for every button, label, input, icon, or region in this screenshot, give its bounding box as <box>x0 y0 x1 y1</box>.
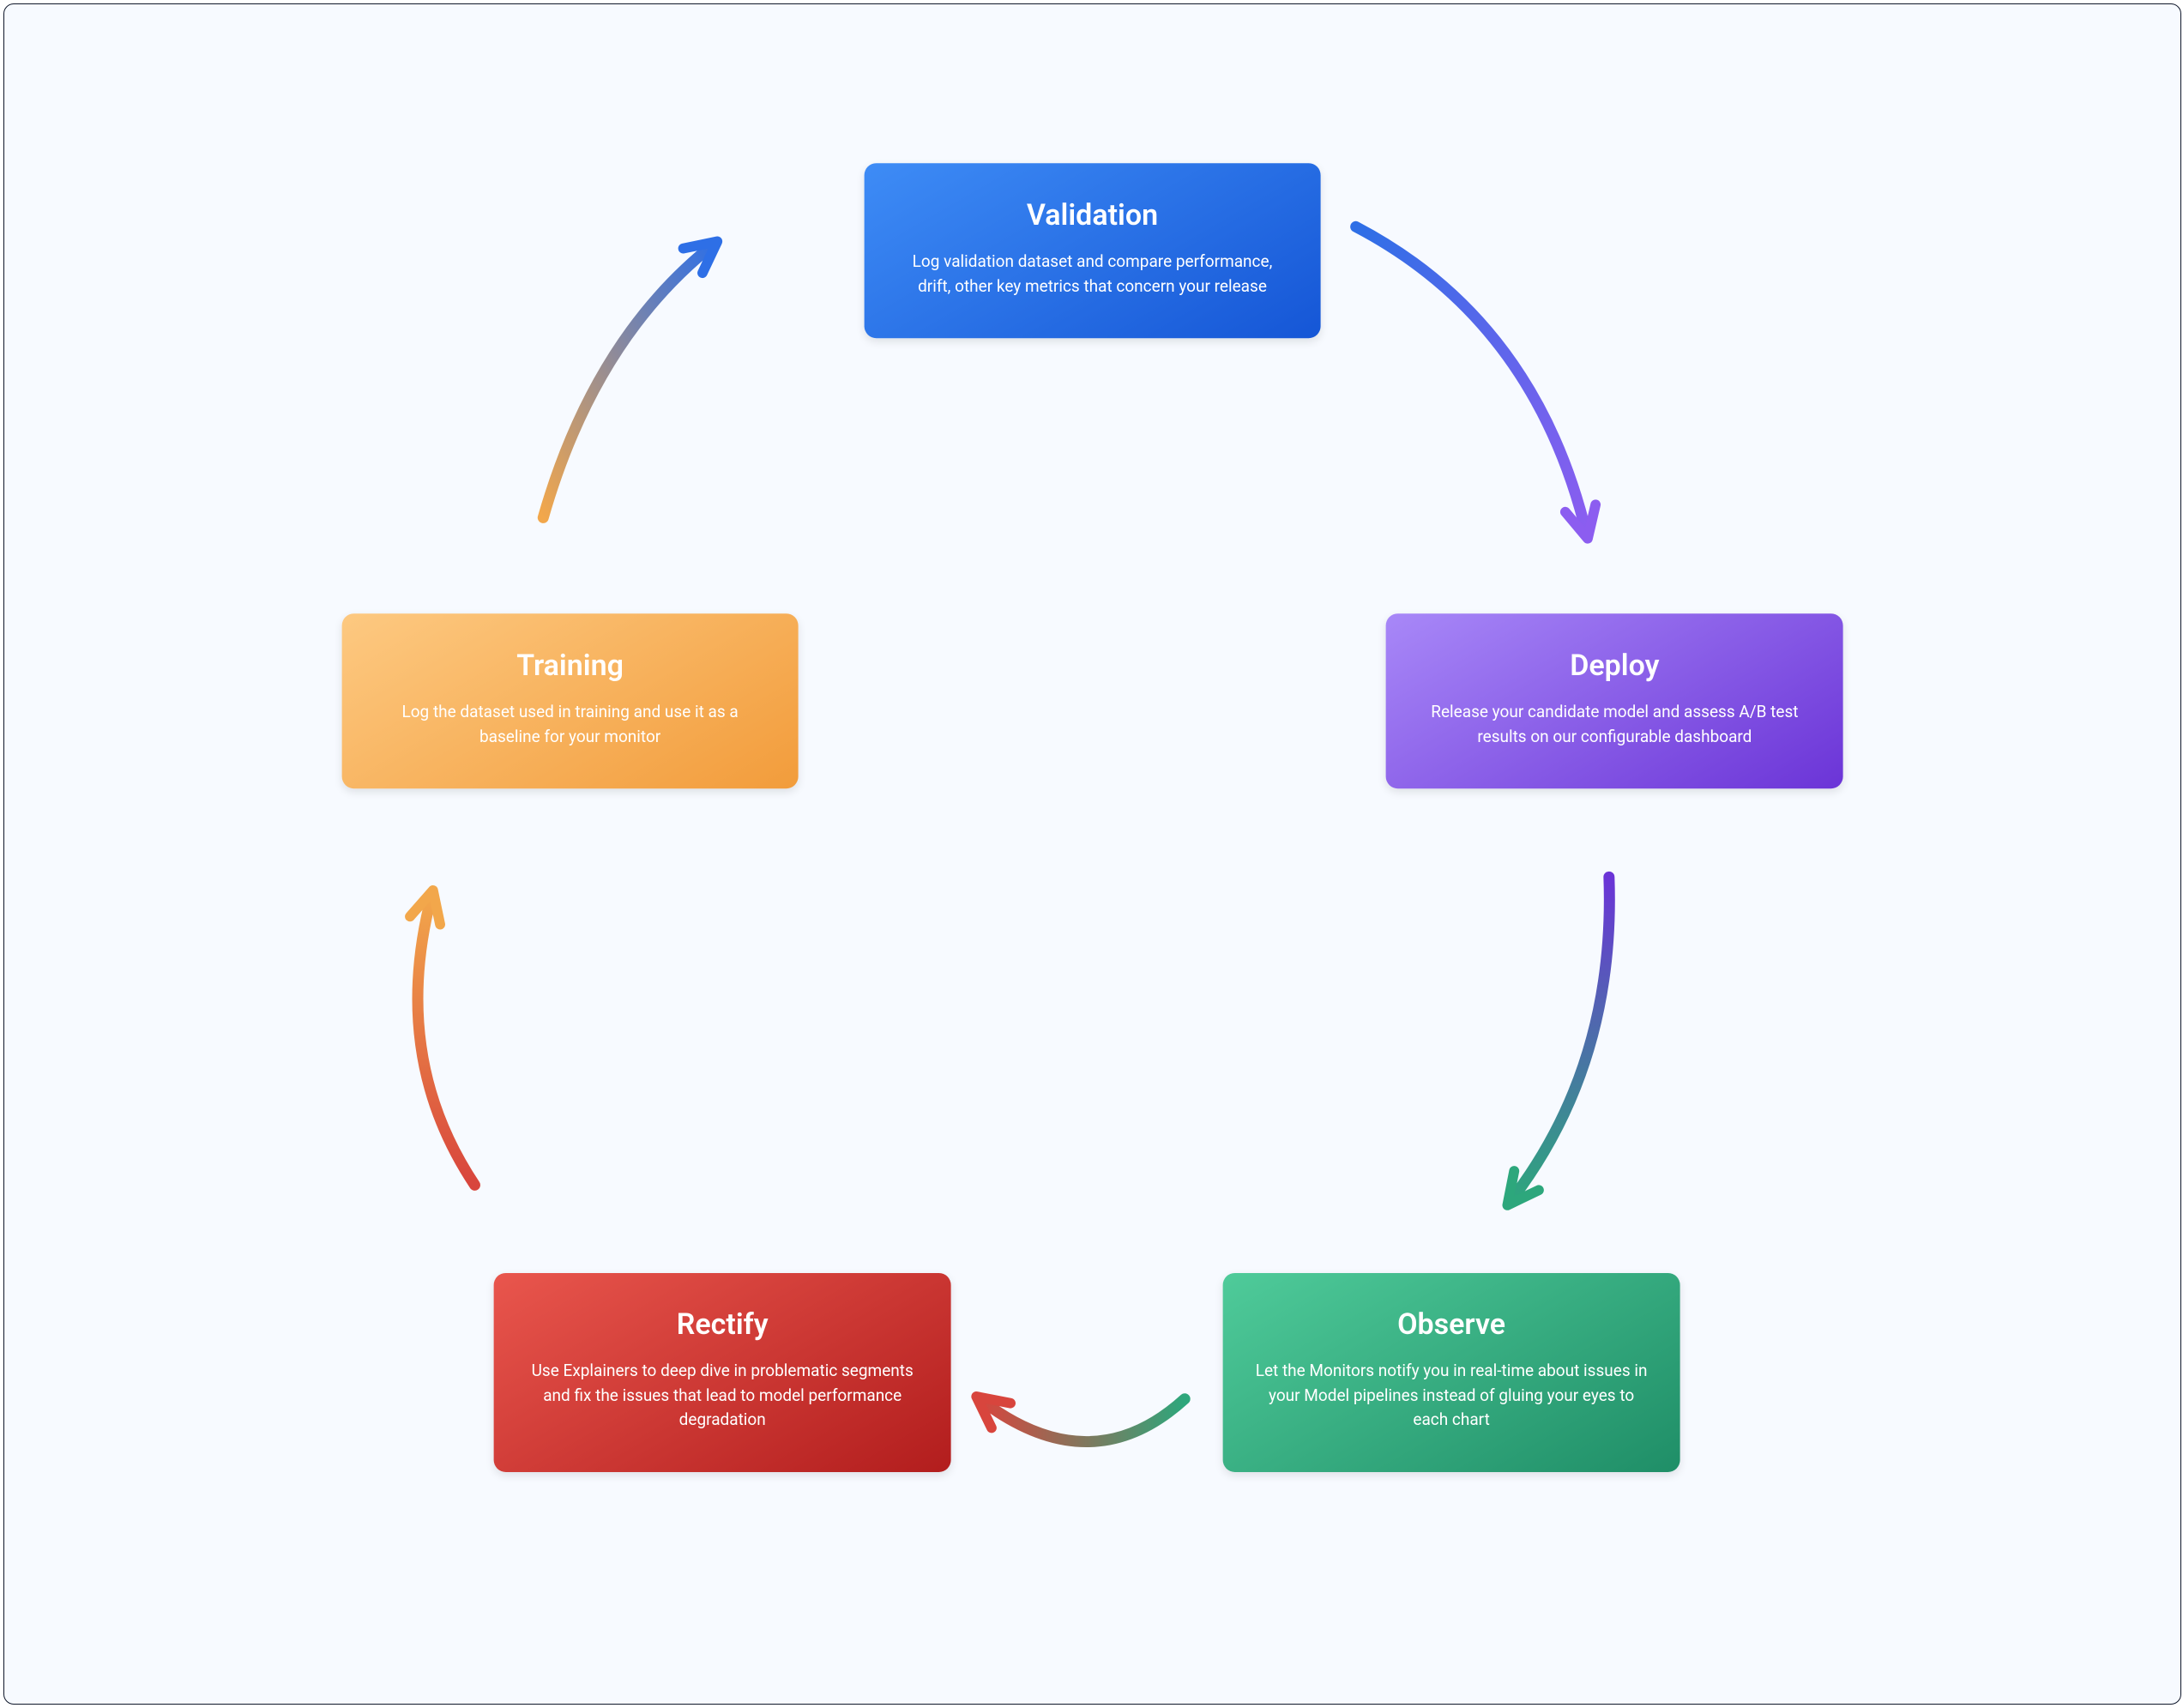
node-validation: Validation Log validation dataset and co… <box>864 163 1321 338</box>
node-observe-title: Observe <box>1253 1307 1649 1342</box>
node-training-desc: Log the dataset used in training and use… <box>372 700 769 749</box>
node-deploy-desc: Release your candidate model and assess … <box>1417 700 1813 749</box>
node-observe: Observe Let the Monitors notify you in r… <box>1223 1272 1680 1471</box>
arrow-observe-to-rectify <box>980 1399 1185 1442</box>
arrow-training-to-validation <box>543 244 714 517</box>
node-deploy-title: Deploy <box>1417 649 1813 683</box>
diagram-canvas: Validation Log validation dataset and co… <box>3 3 2181 1705</box>
node-validation-title: Validation <box>895 198 1291 232</box>
node-observe-desc: Let the Monitors notify you in real-time… <box>1253 1359 1649 1433</box>
arrow-validation-to-deploy <box>1356 226 1587 534</box>
node-rectify-title: Rectify <box>524 1307 920 1342</box>
node-training-title: Training <box>372 649 769 683</box>
node-deploy: Deploy Release your candidate model and … <box>1386 613 1843 788</box>
node-rectify-desc: Use Explainers to deep dive in problemat… <box>524 1359 920 1433</box>
arrow-rectify-to-training <box>418 894 474 1185</box>
node-validation-desc: Log validation dataset and compare perfo… <box>895 250 1291 299</box>
arrow-deploy-to-observe <box>1510 877 1609 1202</box>
node-training: Training Log the dataset used in trainin… <box>341 613 799 788</box>
node-rectify: Rectify Use Explainers to deep dive in p… <box>494 1272 951 1471</box>
